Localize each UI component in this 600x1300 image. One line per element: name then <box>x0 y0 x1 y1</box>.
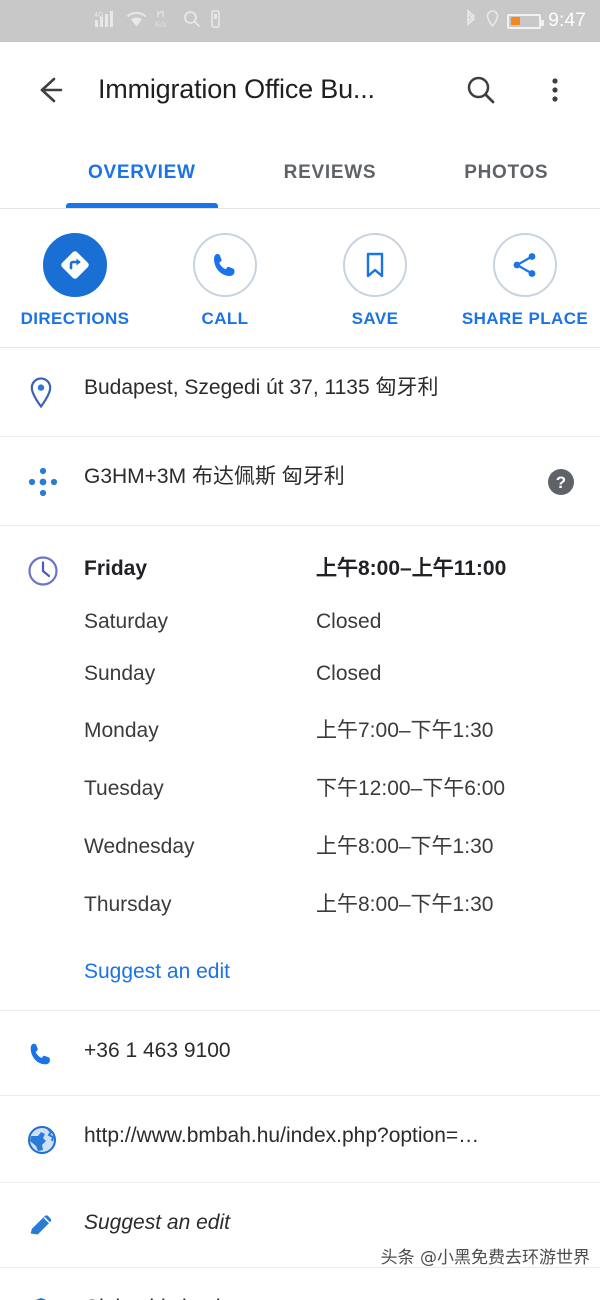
hours-day-label: Wednesday <box>84 835 195 858</box>
page-title: Immigration Office Bu... <box>98 74 375 104</box>
hours-time-value: 上午8:00–下午1:30 <box>316 893 494 916</box>
website-body: http://www.bmbah.hu/index.php?option=… <box>84 1122 576 1150</box>
search-icon <box>182 9 202 34</box>
hours-row-tuesday: Tuesday 下午12:00–下午6:00 <box>84 772 576 802</box>
app-bar: Immigration Office Bu... <box>0 42 600 137</box>
status-bar-clock: 9:47 <box>548 10 586 31</box>
directions-button[interactable]: DIRECTIONS <box>0 233 150 329</box>
place-details-screen: 4G K/s 9:47 Immigration Office Bu... OVE… <box>0 0 600 1300</box>
svg-text:K/s: K/s <box>155 20 167 29</box>
hours-row-saturday: Saturday Closed <box>84 610 576 634</box>
claim-business-body: Claim this business <box>84 1294 576 1300</box>
plus-code-text: G3HM+3M 布达佩斯 匈牙利 <box>84 465 345 488</box>
suggest-edit-body: Suggest an edit <box>84 1209 576 1237</box>
clock-icon <box>26 552 84 588</box>
tab-reviews[interactable]: REVIEWS <box>262 137 399 208</box>
hours-day-label: Thursday <box>84 893 172 916</box>
globe-icon <box>26 1122 84 1156</box>
address-body: Budapest, Szegedi út 37, 1135 匈牙利 <box>84 374 576 402</box>
share-icon <box>493 233 557 297</box>
status-bar: 4G K/s 9:47 <box>0 0 600 42</box>
tab-bar: OVERVIEW REVIEWS PHOTOS <box>0 137 600 209</box>
website-row[interactable]: http://www.bmbah.hu/index.php?option=… <box>0 1096 600 1183</box>
tab-photos[interactable]: PHOTOS <box>442 137 570 208</box>
hours-row-wednesday: Wednesday 上午8:00–下午1:30 <box>84 830 576 860</box>
tab-reviews-label: REVIEWS <box>283 161 377 183</box>
hours-time-value: 上午8:00–上午11:00 <box>316 557 507 580</box>
hours-row-monday: Monday 上午7:00–下午1:30 <box>84 714 576 744</box>
share-place-label: SHARE PLACE <box>461 309 589 328</box>
share-place-button[interactable]: SHARE PLACE <box>450 233 600 329</box>
hours-time-value: Closed <box>316 610 382 633</box>
directions-label: DIRECTIONS <box>20 309 130 328</box>
hours-day-label: Friday <box>84 557 148 580</box>
phone-row[interactable]: +36 1 463 9100 <box>0 1011 600 1096</box>
action-button-bar: DIRECTIONS CALL SAVE SHARE PLACE <box>0 209 600 348</box>
plus-code-icon <box>26 463 84 499</box>
shield-check-icon <box>26 1294 84 1300</box>
claim-business-text: Claim this business <box>84 1294 576 1300</box>
back-arrow-icon[interactable] <box>26 67 72 113</box>
tab-photos-label: PHOTOS <box>464 161 549 183</box>
mobile-signal-icon: 4G <box>94 9 118 34</box>
opening-hours-row[interactable]: Friday 上午8:00–上午11:00 Saturday Closed Su… <box>0 526 600 1011</box>
hours-suggest-edit-link[interactable]: Suggest an edit <box>84 960 230 984</box>
status-bar-right-icons: 9:47 <box>464 8 586 34</box>
hours-row-thursday: Thursday 上午8:00–下午1:30 <box>84 888 576 918</box>
data-speed-icon: K/s <box>155 8 175 35</box>
call-label: CALL <box>201 309 249 328</box>
claim-business-row[interactable]: Claim this business <box>0 1268 600 1300</box>
hours-row-sunday: Sunday Closed <box>84 662 576 686</box>
battery-icon <box>507 13 545 29</box>
tab-overview[interactable]: OVERVIEW <box>66 137 218 208</box>
wifi-icon <box>125 9 148 34</box>
bluetooth-icon <box>464 8 478 34</box>
plus-code-row[interactable]: G3HM+3M 布达佩斯 匈牙利 ? <box>0 437 600 526</box>
help-circle-icon[interactable]: ? <box>536 463 576 497</box>
hours-day-label: Monday <box>84 719 159 742</box>
watermark: 头条 @小黑免费去环游世界 <box>380 1248 590 1268</box>
call-button[interactable]: CALL <box>150 233 300 329</box>
hours-time-value: 上午8:00–下午1:30 <box>316 835 494 858</box>
location-pin-icon <box>26 374 84 410</box>
opening-hours-table: Friday 上午8:00–上午11:00 Saturday Closed Su… <box>84 552 576 984</box>
address-row[interactable]: Budapest, Szegedi út 37, 1135 匈牙利 <box>0 348 600 437</box>
phone-number: +36 1 463 9100 <box>84 1039 231 1062</box>
phone-icon <box>193 233 257 297</box>
hours-time-value: 下午12:00–下午6:00 <box>316 777 506 800</box>
directions-icon <box>43 233 107 297</box>
pencil-icon <box>26 1209 84 1241</box>
sim-icon <box>209 9 222 34</box>
plus-code-body: G3HM+3M 布达佩斯 匈牙利 <box>84 463 536 491</box>
hours-time-value: 上午7:00–下午1:30 <box>316 719 494 742</box>
website-url: http://www.bmbah.hu/index.php?option=… <box>84 1124 480 1147</box>
save-button[interactable]: SAVE <box>300 233 450 329</box>
bookmark-icon <box>343 233 407 297</box>
phone-body: +36 1 463 9100 <box>84 1037 576 1065</box>
hours-time-value: Closed <box>316 662 382 685</box>
hours-day-label: Sunday <box>84 662 156 685</box>
search-icon[interactable] <box>458 67 504 113</box>
hours-day-label: Tuesday <box>84 777 164 800</box>
address-text: Budapest, Szegedi út 37, 1135 匈牙利 <box>84 376 439 399</box>
hours-day-label: Saturday <box>84 610 169 633</box>
hours-row-friday: Friday 上午8:00–上午11:00 <box>84 552 576 582</box>
suggest-edit-text: Suggest an edit <box>84 1211 230 1234</box>
location-icon <box>485 9 500 34</box>
phone-icon <box>26 1037 84 1069</box>
status-bar-left-icons: 4G K/s <box>94 8 222 35</box>
more-vert-icon[interactable] <box>532 67 578 113</box>
tab-overview-label: OVERVIEW <box>88 161 196 183</box>
svg-text:?: ? <box>556 473 566 492</box>
save-label: SAVE <box>351 309 399 328</box>
